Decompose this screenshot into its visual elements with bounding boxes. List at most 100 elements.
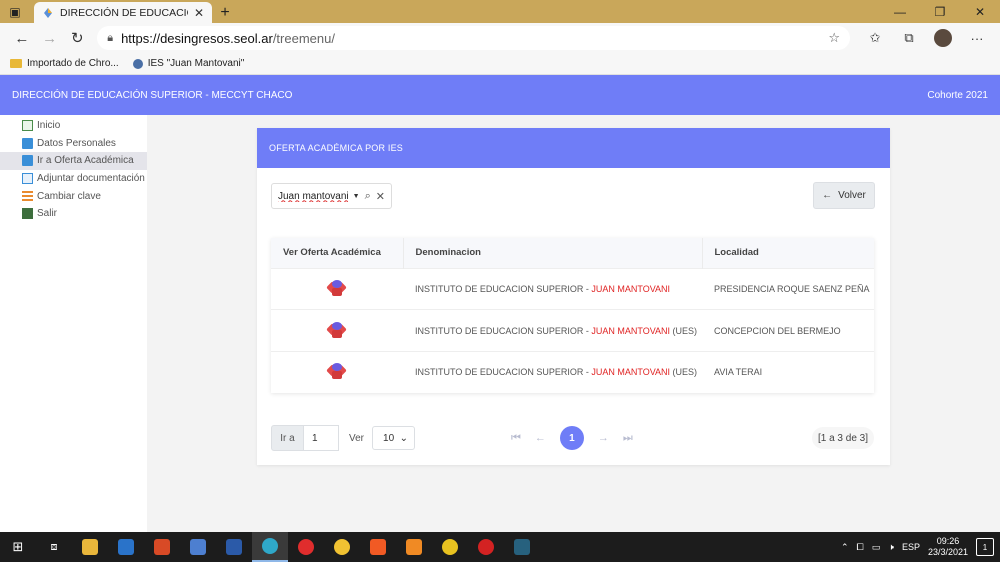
time: 09:26: [936, 536, 960, 546]
ver-label: Ver: [349, 432, 365, 444]
folder-icon: [10, 59, 22, 68]
next-page-icon[interactable]: →: [598, 432, 609, 444]
volume-icon[interactable]: 🕨︎: [888, 542, 894, 553]
vlc-icon[interactable]: [396, 532, 432, 562]
lock-icon: 🔒︎: [107, 31, 114, 44]
window-controls: — ❐ ✕: [880, 0, 1000, 23]
first-page-icon[interactable]: ⏮: [511, 432, 521, 445]
word-icon[interactable]: [216, 532, 252, 562]
denominacion-cell: INSTITUTO DE EDUCACION SUPERIOR - JUAN M…: [415, 283, 671, 294]
clock[interactable]: 09:26 23/3/2021: [928, 536, 968, 558]
tab-title: DIRECCIÓN DE EDUCACIÓN SUP: [60, 6, 188, 19]
localidad-cell: PRESIDENCIA ROQUE SAENZ PEÑA: [714, 283, 870, 294]
yammer-icon[interactable]: [180, 532, 216, 562]
app-title: DIRECCIÓN DE EDUCACIÓN SUPERIOR - MECCYT…: [12, 89, 293, 101]
search-icon[interactable]: ⌕: [365, 190, 371, 203]
profile-avatar[interactable]: [928, 25, 958, 51]
sidebar-item-label: Datos Personales: [37, 137, 116, 149]
restore-button[interactable]: ❐: [920, 0, 960, 23]
panel-title: OFERTA ACADÉMICA POR IES: [257, 128, 890, 168]
add-favorite-icon[interactable]: ☆: [828, 30, 840, 46]
edge-icon[interactable]: [252, 532, 288, 562]
col-denominacion: Denominacion: [403, 238, 703, 268]
volver-button[interactable]: ← Volver: [813, 182, 875, 209]
cohort-label: Cohorte 2021: [927, 89, 988, 101]
denominacion-cell: INSTITUTO DE EDUCACION SUPERIOR - JUAN M…: [415, 367, 698, 378]
results-table: Ver Oferta Académica Denominacion Locali…: [271, 238, 874, 393]
language-indicator[interactable]: ESP: [902, 542, 920, 552]
bookmarks-bar: Importado de Chro... IES "Juan Mantovani…: [0, 53, 1000, 75]
notifications-icon[interactable]: 1: [976, 538, 994, 556]
bookmark-imported[interactable]: Importado de Chro...: [10, 58, 119, 69]
localidad-cell: CONCEPCION DEL BERMEJO: [714, 325, 841, 336]
tab-close-icon[interactable]: ✕: [194, 6, 204, 20]
goto-page-input[interactable]: 1: [304, 425, 339, 451]
more-menu-icon[interactable]: ···: [962, 25, 992, 51]
edit-icon: [22, 173, 33, 185]
minimize-button[interactable]: —: [880, 0, 920, 23]
view-offer-icon[interactable]: [326, 363, 347, 380]
chevron-up-icon[interactable]: ⌃: [841, 542, 849, 553]
back-nav-icon[interactable]: ←: [8, 25, 36, 51]
window-menu-icon[interactable]: ▣: [0, 0, 30, 23]
table-row: INSTITUTO DE EDUCACION SUPERIOR - JUAN M…: [271, 309, 874, 352]
favicon-icon: [44, 7, 52, 18]
last-page-icon[interactable]: ⏭: [623, 432, 633, 445]
sidebar-item-salir[interactable]: Salir: [0, 205, 147, 223]
dropdown-caret-icon[interactable]: ▼: [353, 193, 360, 200]
sidebar-item-adjuntar[interactable]: Adjuntar documentación: [0, 170, 147, 188]
browser-tab[interactable]: DIRECCIÓN DE EDUCACIÓN SUP ✕: [34, 2, 212, 23]
sidebar-item-label: Ir a Oferta Académica: [37, 155, 134, 167]
goto-label: Ir a: [271, 425, 304, 451]
collections-icon[interactable]: ⧉: [894, 25, 924, 51]
record-icon[interactable]: [468, 532, 504, 562]
clear-icon[interactable]: ✕: [376, 190, 385, 203]
new-tab-button[interactable]: +: [214, 2, 236, 23]
exit-icon: [22, 208, 33, 220]
table-header-row: Ver Oferta Académica Denominacion Locali…: [271, 238, 874, 268]
site-icon: [132, 58, 143, 69]
network-icon[interactable]: ⧠: [857, 542, 864, 553]
view-offer-icon[interactable]: [326, 279, 347, 296]
browser-tab-bar: ▣ DIRECCIÓN DE EDUCACIÓN SUP ✕ + — ❐ ✕: [0, 0, 1000, 23]
bookmark-label: Importado de Chro...: [27, 58, 119, 69]
bookmark-label: IES "Juan Mantovani": [147, 58, 245, 69]
mail-icon[interactable]: [108, 532, 144, 562]
app-header: DIRECCIÓN DE EDUCACIÓN SUPERIOR - MECCYT…: [0, 75, 1000, 115]
date: 23/3/2021: [927, 547, 968, 557]
windows-start-icon[interactable]: ⊞: [0, 539, 36, 555]
battery-icon[interactable]: ▭: [872, 542, 881, 553]
sidebar-item-oferta-academica[interactable]: Ir a Oferta Académica: [0, 152, 147, 170]
close-window-button[interactable]: ✕: [960, 0, 1000, 23]
address-bar: ← → ↻ 🔒︎ https://desingresos.seol.ar/tre…: [0, 23, 1000, 53]
volver-label: Volver: [838, 190, 866, 201]
view-offer-icon[interactable]: [326, 321, 347, 338]
opera-icon[interactable]: [288, 532, 324, 562]
sidebar-item-cambiar-clave[interactable]: Cambiar clave: [0, 187, 147, 205]
file-explorer-icon[interactable]: [72, 532, 108, 562]
ies-search-input[interactable]: Juan mantovani ▼ ⌕ ✕: [271, 183, 392, 209]
office-icon[interactable]: [144, 532, 180, 562]
current-page-button[interactable]: 1: [559, 426, 584, 450]
system-tray: ⌃ ⧠ ▭ 🕨︎ ESP 09:26 23/3/2021 1: [841, 536, 1000, 558]
col-localidad: Localidad: [714, 247, 759, 259]
chrome-icon[interactable]: [324, 532, 360, 562]
app-icon-blue[interactable]: [504, 532, 540, 562]
url-host: https://desingresos.seol.ar: [121, 30, 273, 46]
reload-icon[interactable]: ↻: [63, 25, 91, 51]
sidebar-item-label: Cambiar clave: [37, 190, 101, 202]
forward-nav-icon[interactable]: →: [36, 25, 64, 51]
page-size-value: 10: [383, 432, 395, 444]
bookmark-ies[interactable]: IES "Juan Mantovani": [132, 58, 245, 69]
task-view-icon[interactable]: ⧈: [36, 532, 72, 562]
url-field[interactable]: 🔒︎ https://desingresos.seol.ar/treemenu/…: [97, 26, 851, 50]
url-path: /treemenu/: [272, 30, 335, 46]
sidebar-item-datos-personales[interactable]: Datos Personales: [0, 135, 147, 153]
home-icon: [22, 120, 33, 132]
brave-icon[interactable]: [360, 532, 396, 562]
prev-page-icon[interactable]: ←: [535, 432, 546, 444]
sidebar-item-inicio[interactable]: Inicio: [0, 117, 147, 135]
app-icon-yellow[interactable]: [432, 532, 468, 562]
favorites-icon[interactable]: ✩: [860, 25, 890, 51]
page-size-select[interactable]: 10 ⌄: [372, 426, 416, 450]
